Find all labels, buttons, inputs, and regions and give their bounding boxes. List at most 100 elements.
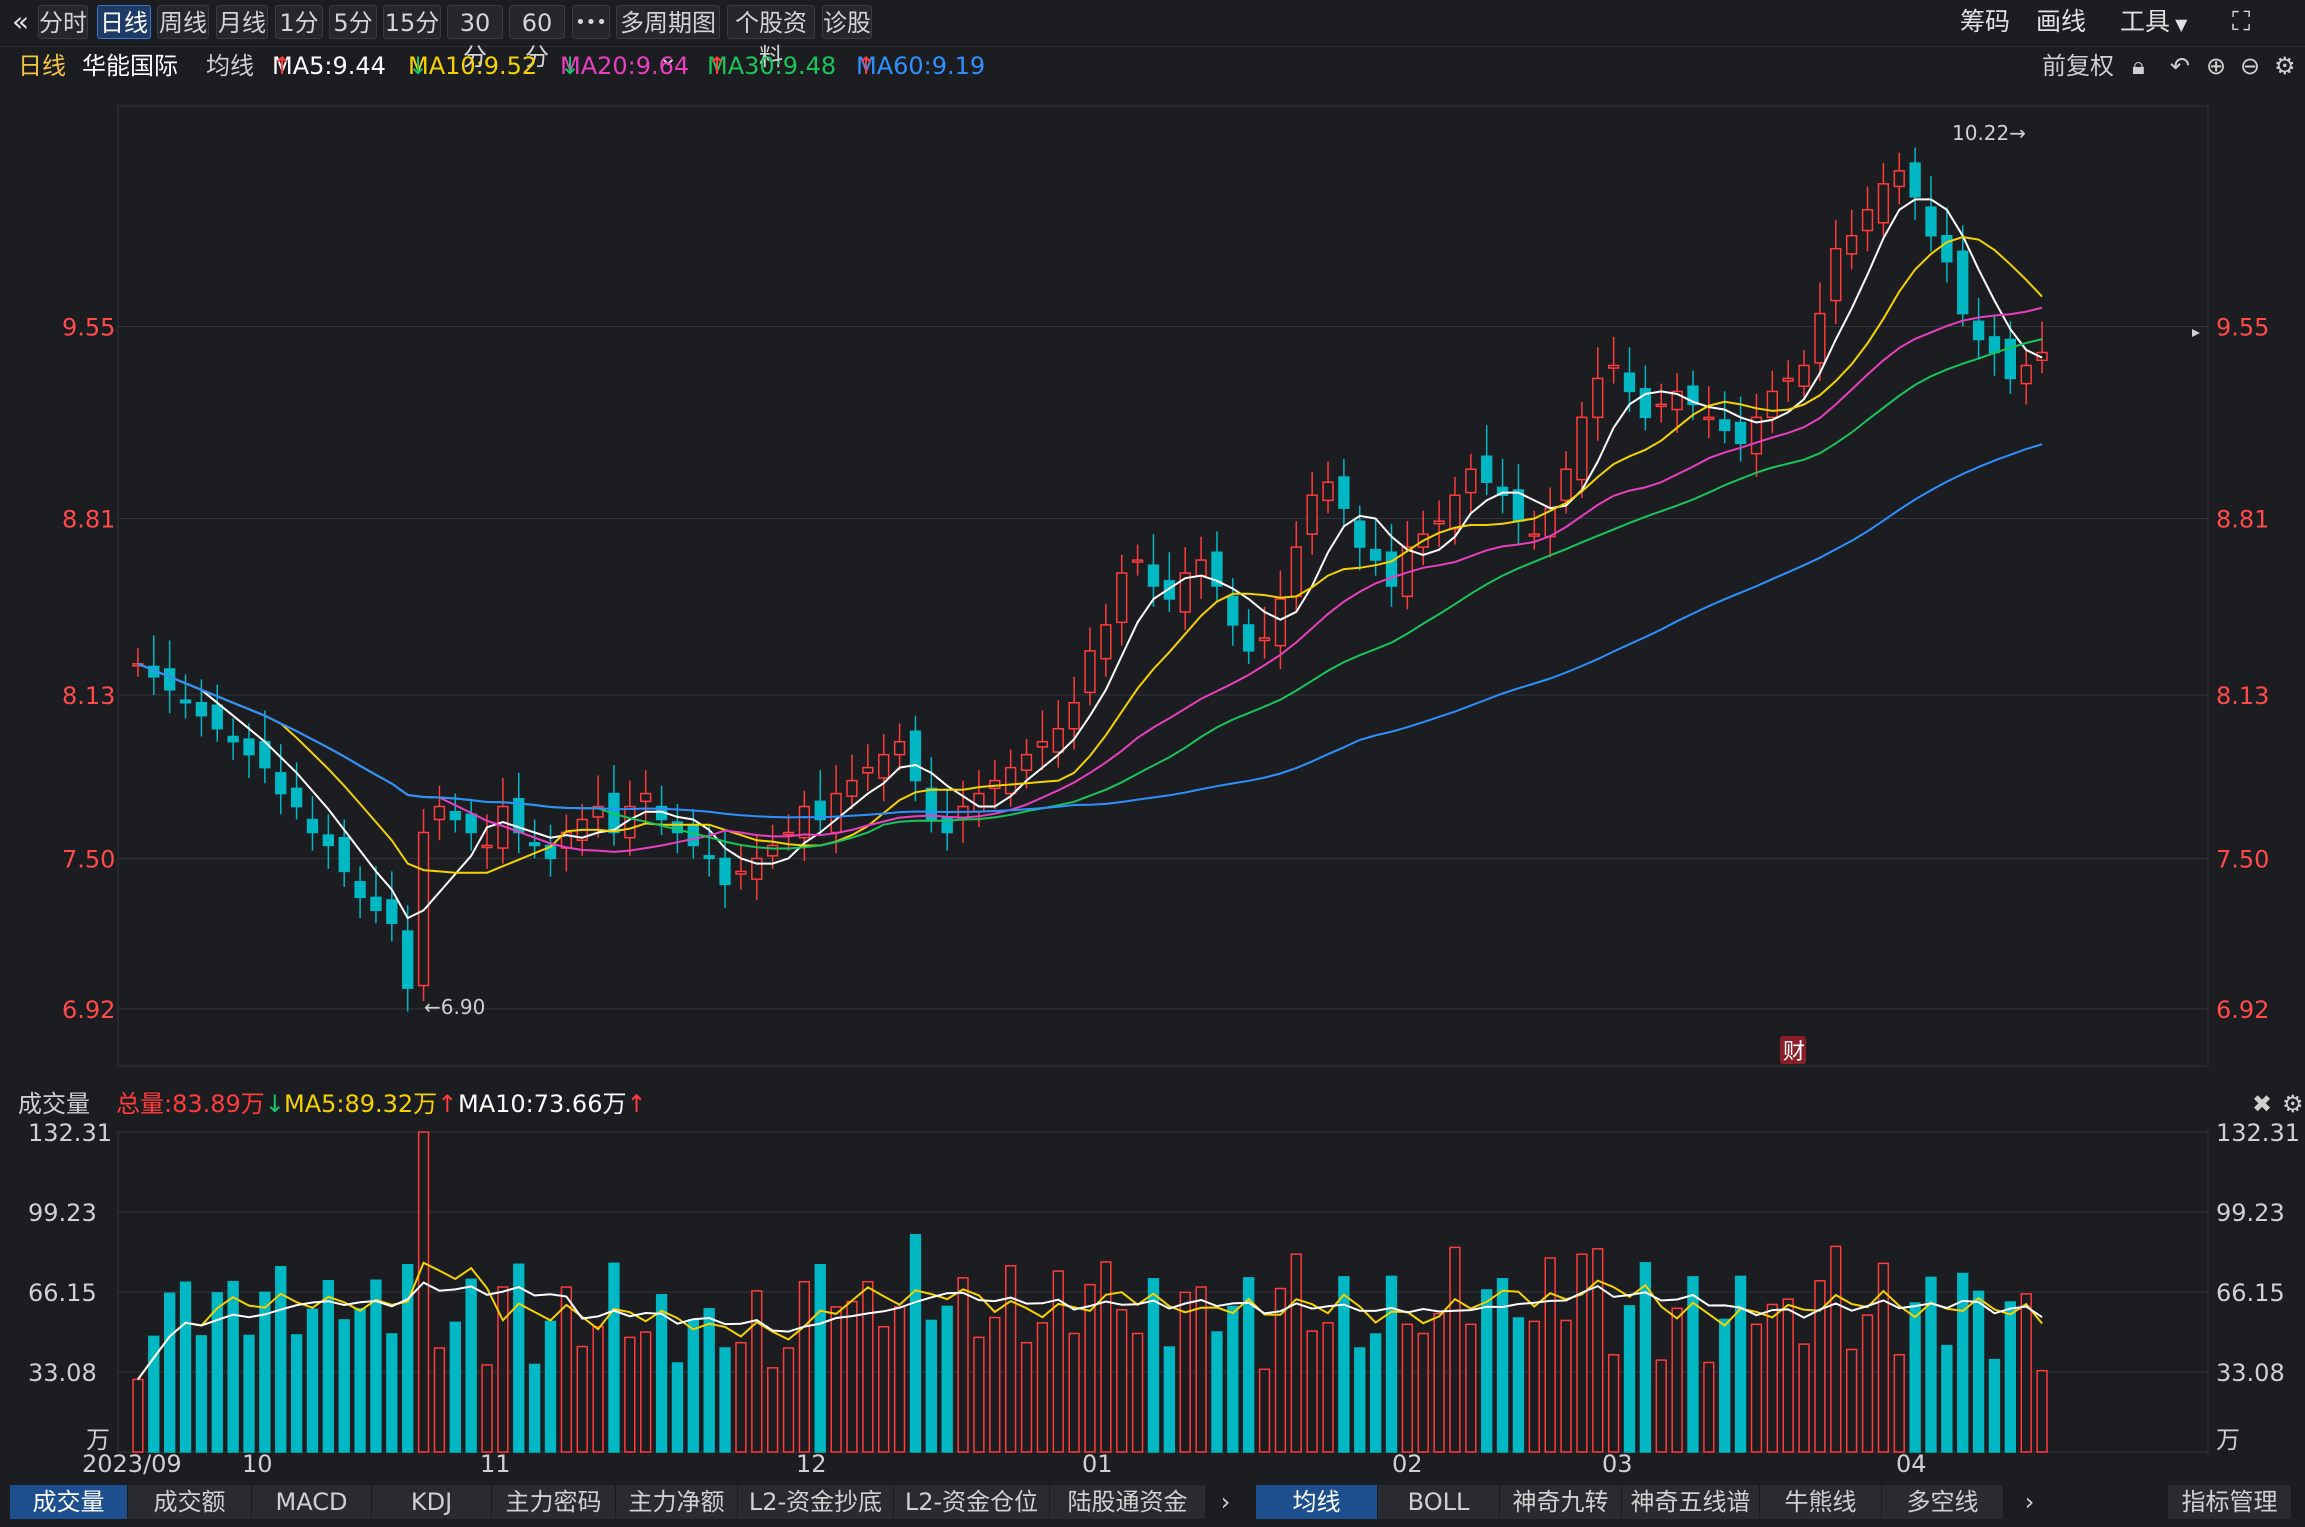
back-icon[interactable]: «	[12, 5, 29, 39]
volume-bar	[1322, 1322, 1334, 1453]
candle-body	[1576, 416, 1588, 481]
candle-body	[1084, 650, 1096, 694]
tools-button[interactable]: 工具 ▼	[2120, 5, 2187, 39]
tab-yuexian[interactable]: 月线	[216, 5, 268, 39]
undo-icon[interactable]: ↶	[2170, 48, 2190, 84]
volume-bar	[671, 1362, 684, 1453]
overlay-tab[interactable]: 多空线	[1882, 1485, 2004, 1519]
high-annotation: 10.22→	[1952, 121, 2026, 145]
zoom-in-icon[interactable]: ⊕	[2206, 48, 2226, 84]
multi-period-button[interactable]: 多周期图 ⌄	[616, 5, 720, 71]
volume-bar	[1750, 1323, 1763, 1453]
tab-60min[interactable]: 60分	[509, 5, 565, 71]
indicator-tab[interactable]: 主力密码	[492, 1485, 616, 1519]
x-tick-label: 10	[242, 1450, 273, 1478]
volume-bar	[1544, 1257, 1556, 1453]
ma20-line	[137, 306, 2043, 853]
adjust-label[interactable]: 前复权	[2042, 48, 2114, 84]
settings-icon[interactable]: ⚙	[2282, 1086, 2304, 1122]
volume-bar	[1719, 1318, 1731, 1453]
candle-body	[449, 810, 461, 821]
settings-icon[interactable]: ⚙	[2274, 48, 2296, 84]
volume-bar	[1147, 1278, 1160, 1453]
overlay-tab[interactable]: BOLL	[1378, 1485, 1500, 1519]
arrow-down-icon: ↓	[264, 1090, 285, 1118]
candle-body	[1131, 559, 1144, 563]
candle-body	[386, 899, 398, 925]
tab-rixian[interactable]: 日线	[97, 5, 151, 39]
candle-body	[1734, 421, 1747, 445]
indicator-manage-button[interactable]: 指标管理	[2168, 1485, 2292, 1519]
stock-profile-button[interactable]: 个股资料	[727, 5, 815, 71]
arrow-up-icon: ↑	[437, 1090, 458, 1118]
volume-bar	[2020, 1293, 2032, 1453]
candle-body	[1052, 727, 1064, 753]
indicator-tab[interactable]: 成交量	[10, 1485, 128, 1519]
y-tick-label: 9.55	[2216, 314, 2269, 342]
tab-15min[interactable]: 15分	[383, 5, 441, 39]
tab-zhouxian[interactable]: 周线	[157, 5, 209, 39]
chevron-right-icon[interactable]: ›	[1210, 1485, 1242, 1519]
indicator-tab[interactable]: L2-资金抄底	[738, 1485, 894, 1519]
volume-bar	[1830, 1245, 1842, 1453]
close-icon[interactable]: ✖	[2252, 1086, 2272, 1122]
tab-1min[interactable]: 1分	[275, 5, 323, 39]
overlay-tab[interactable]: 均线	[1256, 1485, 1378, 1519]
volume-bar	[449, 1321, 461, 1453]
volume-bar	[1734, 1275, 1747, 1453]
candle-body	[1782, 377, 1794, 382]
indicator-tab[interactable]: 主力净额	[616, 1485, 738, 1519]
volume-bar	[1417, 1332, 1429, 1453]
volume-bar	[1369, 1333, 1382, 1453]
volume-bar	[1401, 1323, 1414, 1453]
volume-bar	[846, 1300, 858, 1453]
indicator-tab[interactable]: KDJ	[372, 1485, 492, 1519]
chouma-button[interactable]: 筹码	[1960, 5, 2010, 39]
tab-fenshi[interactable]: 分时	[38, 5, 88, 39]
candle-body	[1354, 520, 1366, 548]
overlay-tab[interactable]: 神奇九转	[1500, 1485, 1622, 1519]
indicator-tab[interactable]: L2-资金仓位	[894, 1485, 1050, 1519]
indicator-tab[interactable]: 成交额	[128, 1485, 252, 1519]
volume-bar	[1100, 1261, 1112, 1453]
volume-bar	[782, 1347, 795, 1453]
diagnose-button[interactable]: 诊股	[822, 5, 872, 39]
volume-bar	[306, 1308, 319, 1453]
indicator-tab[interactable]: MACD	[252, 1485, 372, 1519]
tab-5min[interactable]: 5分	[329, 5, 377, 39]
fullscreen-icon[interactable]: ⛶	[2232, 5, 2250, 39]
volume-bar	[1528, 1320, 1540, 1453]
candle-body	[1369, 548, 1382, 561]
arrow-down-icon: ↓	[408, 52, 429, 80]
candle-body	[830, 792, 842, 834]
candle-body	[1274, 598, 1287, 647]
volume-ma10-text: MA10:73.66万	[458, 1090, 627, 1118]
arrow-down-icon: ↓	[560, 52, 581, 80]
volume-bar	[1766, 1303, 1778, 1453]
candle-body	[1798, 364, 1810, 387]
chevron-right-icon[interactable]: ›	[2014, 1485, 2046, 1519]
x-axis-labels: 2023/09 10 11 12 01 02 03 04	[82, 1450, 1927, 1478]
y-tick-label: 8.81	[62, 506, 115, 534]
lock-icon[interactable]: 🔒︎	[2132, 48, 2145, 84]
zoom-out-icon[interactable]: ⊖	[2240, 48, 2260, 84]
indicator-tab[interactable]: 陆股通资金	[1050, 1485, 1206, 1519]
price-chart[interactable]: 9.55 8.81 8.13 7.50 6.92 9.55 8.81 8.13 7.50 6.9…	[0, 84, 2305, 1084]
volume-bar	[1607, 1354, 1620, 1453]
candle-body	[1100, 624, 1112, 660]
volume-bar	[1258, 1368, 1271, 1453]
candle-body	[1020, 753, 1033, 771]
volume-bar	[417, 1131, 430, 1453]
volume-chart[interactable]: 132.3199.2366.1533.08万 132.3199.2366.153…	[0, 1122, 2305, 1462]
avg-label[interactable]: 均线	[206, 48, 254, 84]
overlay-tab[interactable]: 牛熊线	[1760, 1485, 1882, 1519]
financial-badge[interactable]: 财	[1783, 1040, 1805, 1065]
draw-line-button[interactable]: 画线	[2036, 5, 2086, 39]
overlay-tab[interactable]: 神奇五线谱	[1622, 1485, 1760, 1519]
candle-body	[1607, 364, 1620, 369]
tab-30min[interactable]: 30分	[447, 5, 503, 71]
stock-name: 华能国际	[82, 52, 178, 80]
volume-info-line: 成交量 总量:83.89万↓ MA5:89.32万↑ MA10:73.66万↑ …	[0, 1086, 2305, 1122]
candle-body	[1814, 312, 1826, 364]
more-button[interactable]: •••	[572, 5, 610, 39]
